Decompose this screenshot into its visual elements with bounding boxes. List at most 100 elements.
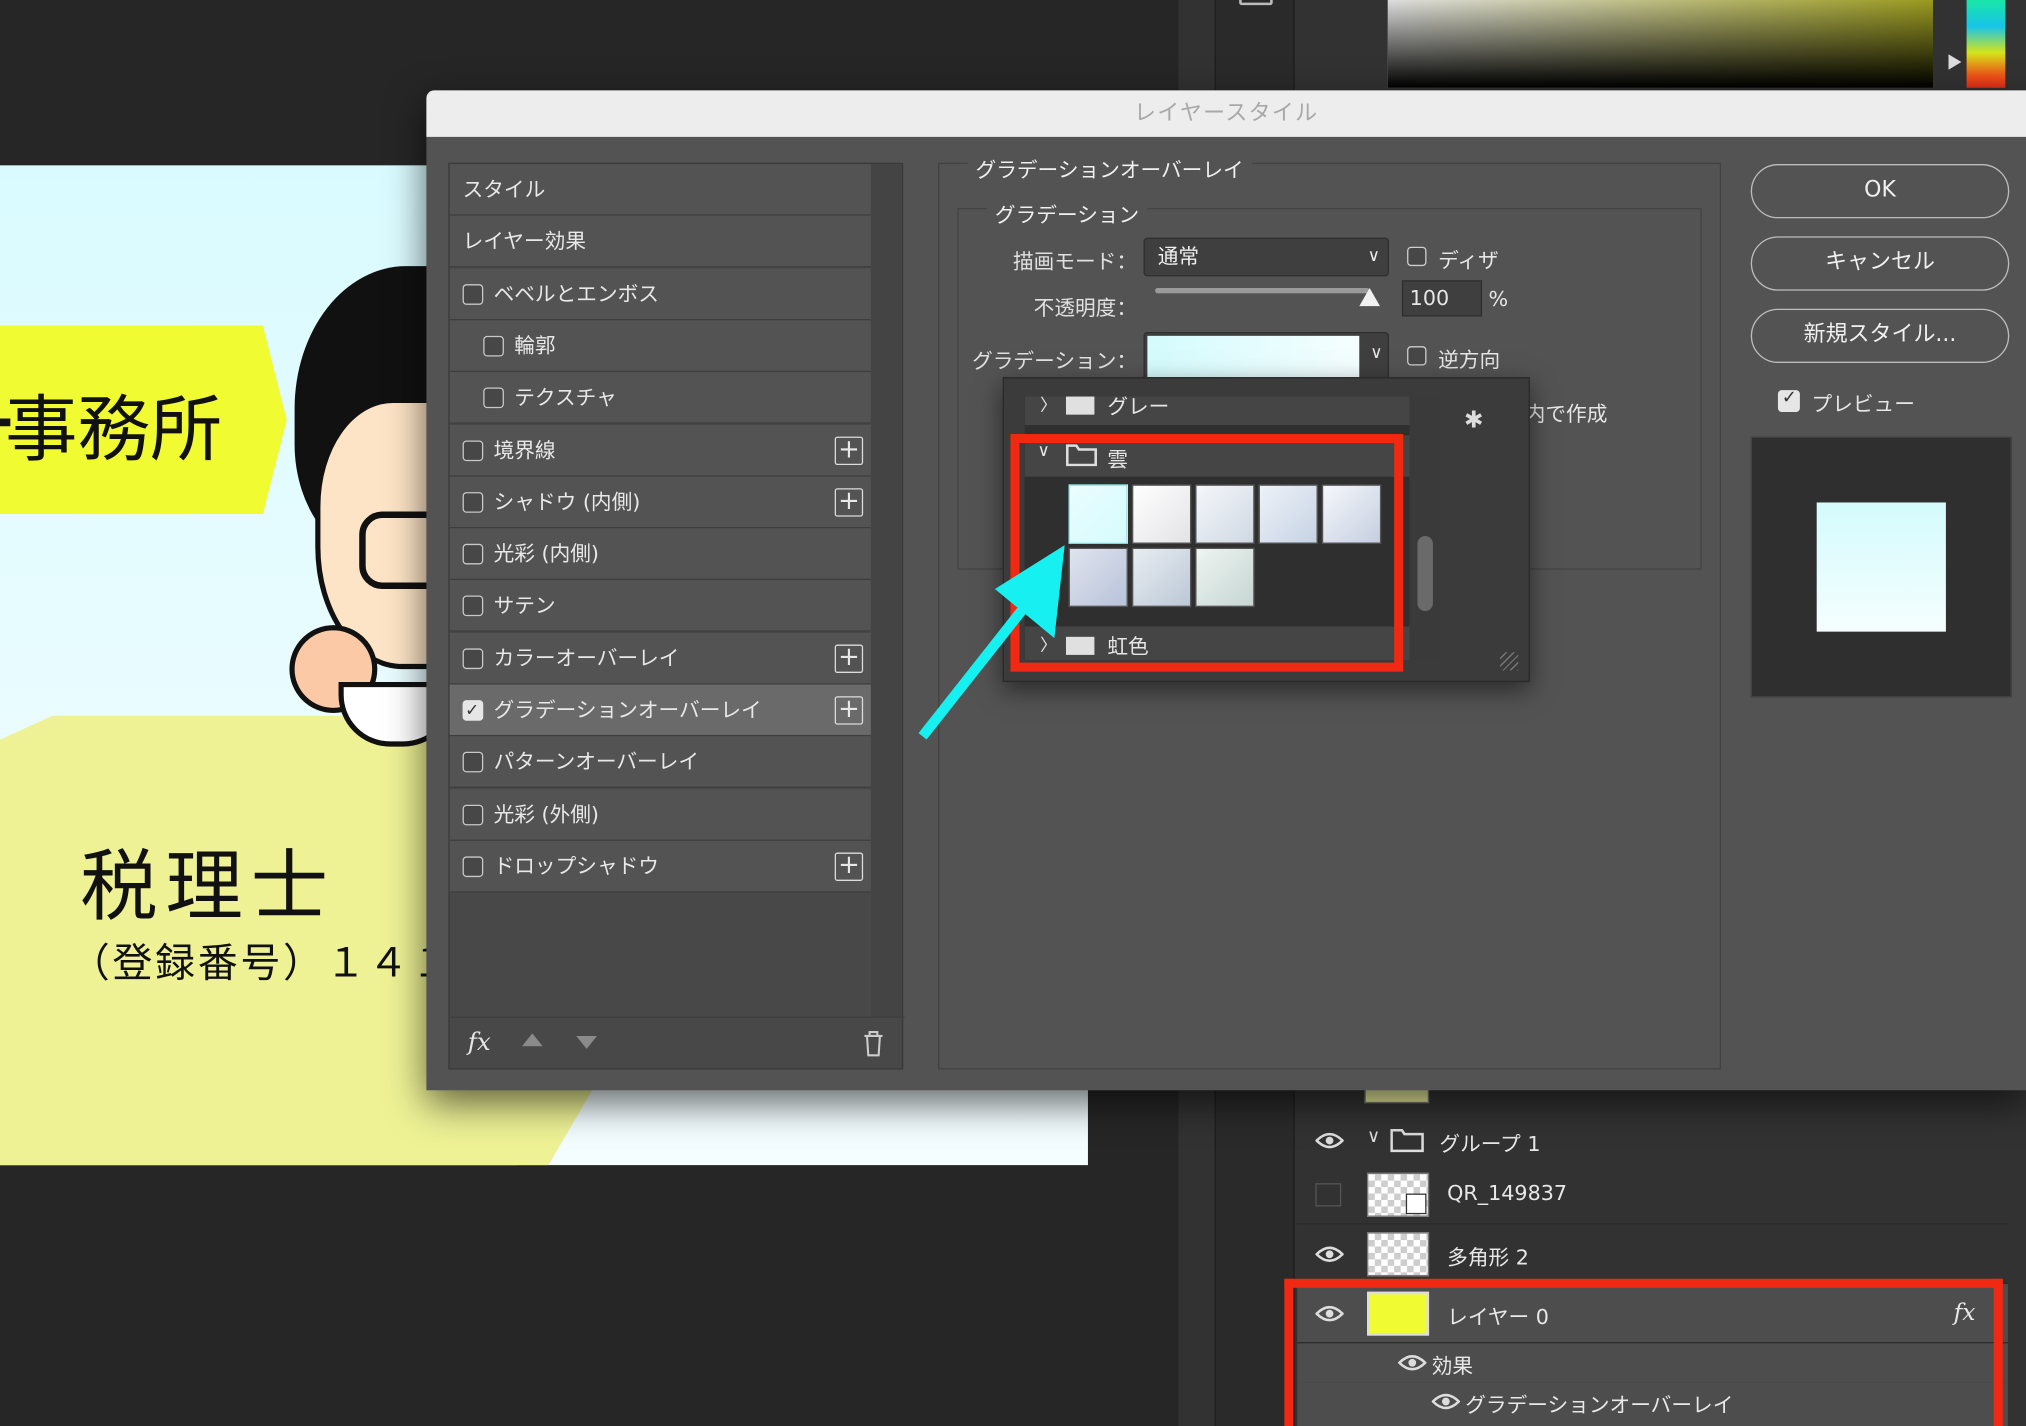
smart-object-icon	[1405, 1193, 1427, 1215]
style-row[interactable]: シャドウ (内側) +	[449, 476, 871, 529]
slider-thumb-icon[interactable]	[1359, 288, 1380, 307]
panel-icon[interactable]	[1239, 0, 1273, 6]
opacity-slider[interactable]	[1155, 288, 1380, 307]
style-checkbox[interactable]	[462, 804, 484, 825]
title-text: 税理士	[80, 842, 336, 933]
dialog-title[interactable]: レイヤースタイル	[426, 90, 2026, 137]
check-icon: ✓	[1781, 387, 1797, 409]
gradient-label: グラデーション：	[972, 348, 1138, 374]
opacity-input[interactable]: 100	[1401, 280, 1483, 317]
folder-label: グレー	[1107, 396, 1170, 419]
folder-row-gray[interactable]: 〉 グレー	[1024, 396, 1410, 425]
style-label: ベベルとエンボス	[493, 281, 659, 306]
pointer-arrow-icon	[918, 545, 1065, 740]
style-label: テクスチャ	[514, 385, 617, 410]
chevron-right-icon: 〉	[1040, 396, 1057, 416]
style-checkbox[interactable]	[462, 283, 484, 305]
popup-scrollbar[interactable]	[1409, 396, 1441, 661]
style-checkbox[interactable]	[462, 439, 484, 461]
layer-name: グループ 1	[1439, 1131, 1541, 1157]
dither-checkbox[interactable]	[1407, 246, 1427, 267]
layer-name: QR_149837	[1447, 1180, 1568, 1206]
style-row[interactable]: 輪郭	[449, 320, 871, 372]
fx-menu-button[interactable]: fx	[468, 1028, 491, 1056]
ok-button[interactable]: OK	[1750, 164, 2010, 219]
style-row[interactable]: 光彩 (外側)	[449, 788, 871, 841]
layer-row-polygon[interactable]: 多角形 2	[1297, 1224, 2008, 1284]
style-row[interactable]: サテン	[449, 580, 871, 633]
office-text: 事務所	[5, 388, 223, 473]
style-label: 光彩 (内側)	[493, 541, 599, 566]
style-checkbox[interactable]	[462, 856, 484, 877]
chevron-down-icon[interactable]: ∨	[1370, 344, 1382, 363]
align-partial-label: 内で作成	[1524, 401, 1608, 427]
popup-scroll-thumb[interactable]	[1417, 536, 1433, 611]
style-label: 光彩 (外側)	[493, 801, 599, 827]
gradient-preview[interactable]	[1147, 335, 1360, 378]
resize-grip-icon[interactable]	[1500, 652, 1519, 671]
style-checkbox[interactable]	[483, 387, 504, 409]
style-row[interactable]: 光彩 (内側)	[449, 528, 871, 581]
add-effect-button[interactable]: +	[834, 851, 864, 881]
style-label: ドロップシャドウ	[493, 853, 659, 879]
blend-mode-select[interactable]: 通常 ∨	[1143, 237, 1390, 277]
layer-row-group[interactable]: ∨ グループ 1	[1297, 1110, 2008, 1171]
style-checkbox[interactable]	[462, 491, 484, 513]
add-effect-button[interactable]: +	[834, 695, 864, 725]
style-row[interactable]: ベベルとエンボス	[449, 268, 871, 320]
add-effect-button[interactable]: +	[834, 487, 864, 517]
style-row[interactable]: テクスチャ	[449, 372, 871, 424]
style-label: シャドウ (内側)	[493, 489, 641, 514]
blend-mode-value: 通常	[1157, 244, 1200, 269]
chevron-down-icon[interactable]: ∨	[1367, 1126, 1380, 1147]
chevron-down-icon: ∨	[1367, 246, 1380, 267]
style-row[interactable]: カラーオーバーレイ +	[449, 632, 871, 685]
gradient-picker[interactable]: ∨	[1143, 331, 1390, 382]
cancel-button[interactable]: キャンセル	[1750, 236, 2010, 291]
eye-icon[interactable]	[1315, 1245, 1344, 1263]
reverse-checkbox[interactable]	[1407, 346, 1427, 366]
preview-label: プレビュー	[1811, 391, 1915, 416]
style-checkbox[interactable]	[462, 752, 484, 773]
style-row[interactable]: レイヤー効果	[449, 216, 871, 268]
opacity-value: 100	[1409, 285, 1450, 311]
style-row[interactable]: ドロップシャドウ +	[449, 840, 871, 893]
style-label: レイヤー効果	[462, 229, 587, 254]
reverse-label: 逆方向	[1438, 347, 1501, 373]
layer-row-qr[interactable]: QR_149837	[1297, 1165, 2008, 1225]
style-row[interactable]: グラデーションオーバーレイ +	[449, 684, 871, 738]
add-effect-button[interactable]: +	[834, 435, 864, 465]
style-row[interactable]: 境界線 +	[449, 424, 871, 476]
opacity-unit: %	[1488, 286, 1509, 312]
add-effect-button[interactable]: +	[834, 643, 864, 673]
move-down-icon[interactable]	[576, 1035, 597, 1049]
folder-icon	[1065, 396, 1095, 415]
move-up-icon[interactable]	[522, 1033, 543, 1047]
style-list-footer: fx	[449, 1016, 905, 1071]
style-row[interactable]: スタイル	[449, 164, 871, 216]
opacity-label: 不透明度：	[1033, 295, 1138, 321]
visibility-box[interactable]	[1315, 1183, 1342, 1207]
style-checkbox[interactable]	[483, 335, 504, 357]
color-field[interactable]	[1387, 0, 1933, 88]
gear-icon[interactable]: ✱	[1464, 407, 1484, 434]
preview-checkbox[interactable]: ✓	[1777, 387, 1800, 413]
style-preview	[1750, 436, 2012, 698]
style-label: グラデーションオーバーレイ	[493, 697, 762, 723]
hue-slider[interactable]	[1966, 0, 2006, 88]
style-list-scrollbar[interactable]	[870, 164, 902, 1017]
group-title: グラデーション	[987, 197, 1147, 229]
layer-name: 多角形 2	[1447, 1245, 1529, 1270]
style-row[interactable]: パターンオーバーレイ	[449, 736, 871, 789]
preview-swatch	[1816, 502, 1946, 632]
hue-slider-marker-icon[interactable]	[1948, 54, 1962, 70]
style-checkbox[interactable]	[462, 543, 484, 565]
new-style-button[interactable]: 新規スタイル...	[1750, 308, 2010, 363]
style-checkbox[interactable]	[462, 686, 484, 738]
style-checkbox[interactable]	[462, 648, 484, 669]
eye-icon[interactable]	[1315, 1132, 1344, 1150]
office-text-dash	[0, 418, 11, 427]
folder-icon	[1390, 1128, 1424, 1153]
trash-icon[interactable]	[863, 1031, 884, 1057]
style-checkbox[interactable]	[462, 595, 484, 617]
